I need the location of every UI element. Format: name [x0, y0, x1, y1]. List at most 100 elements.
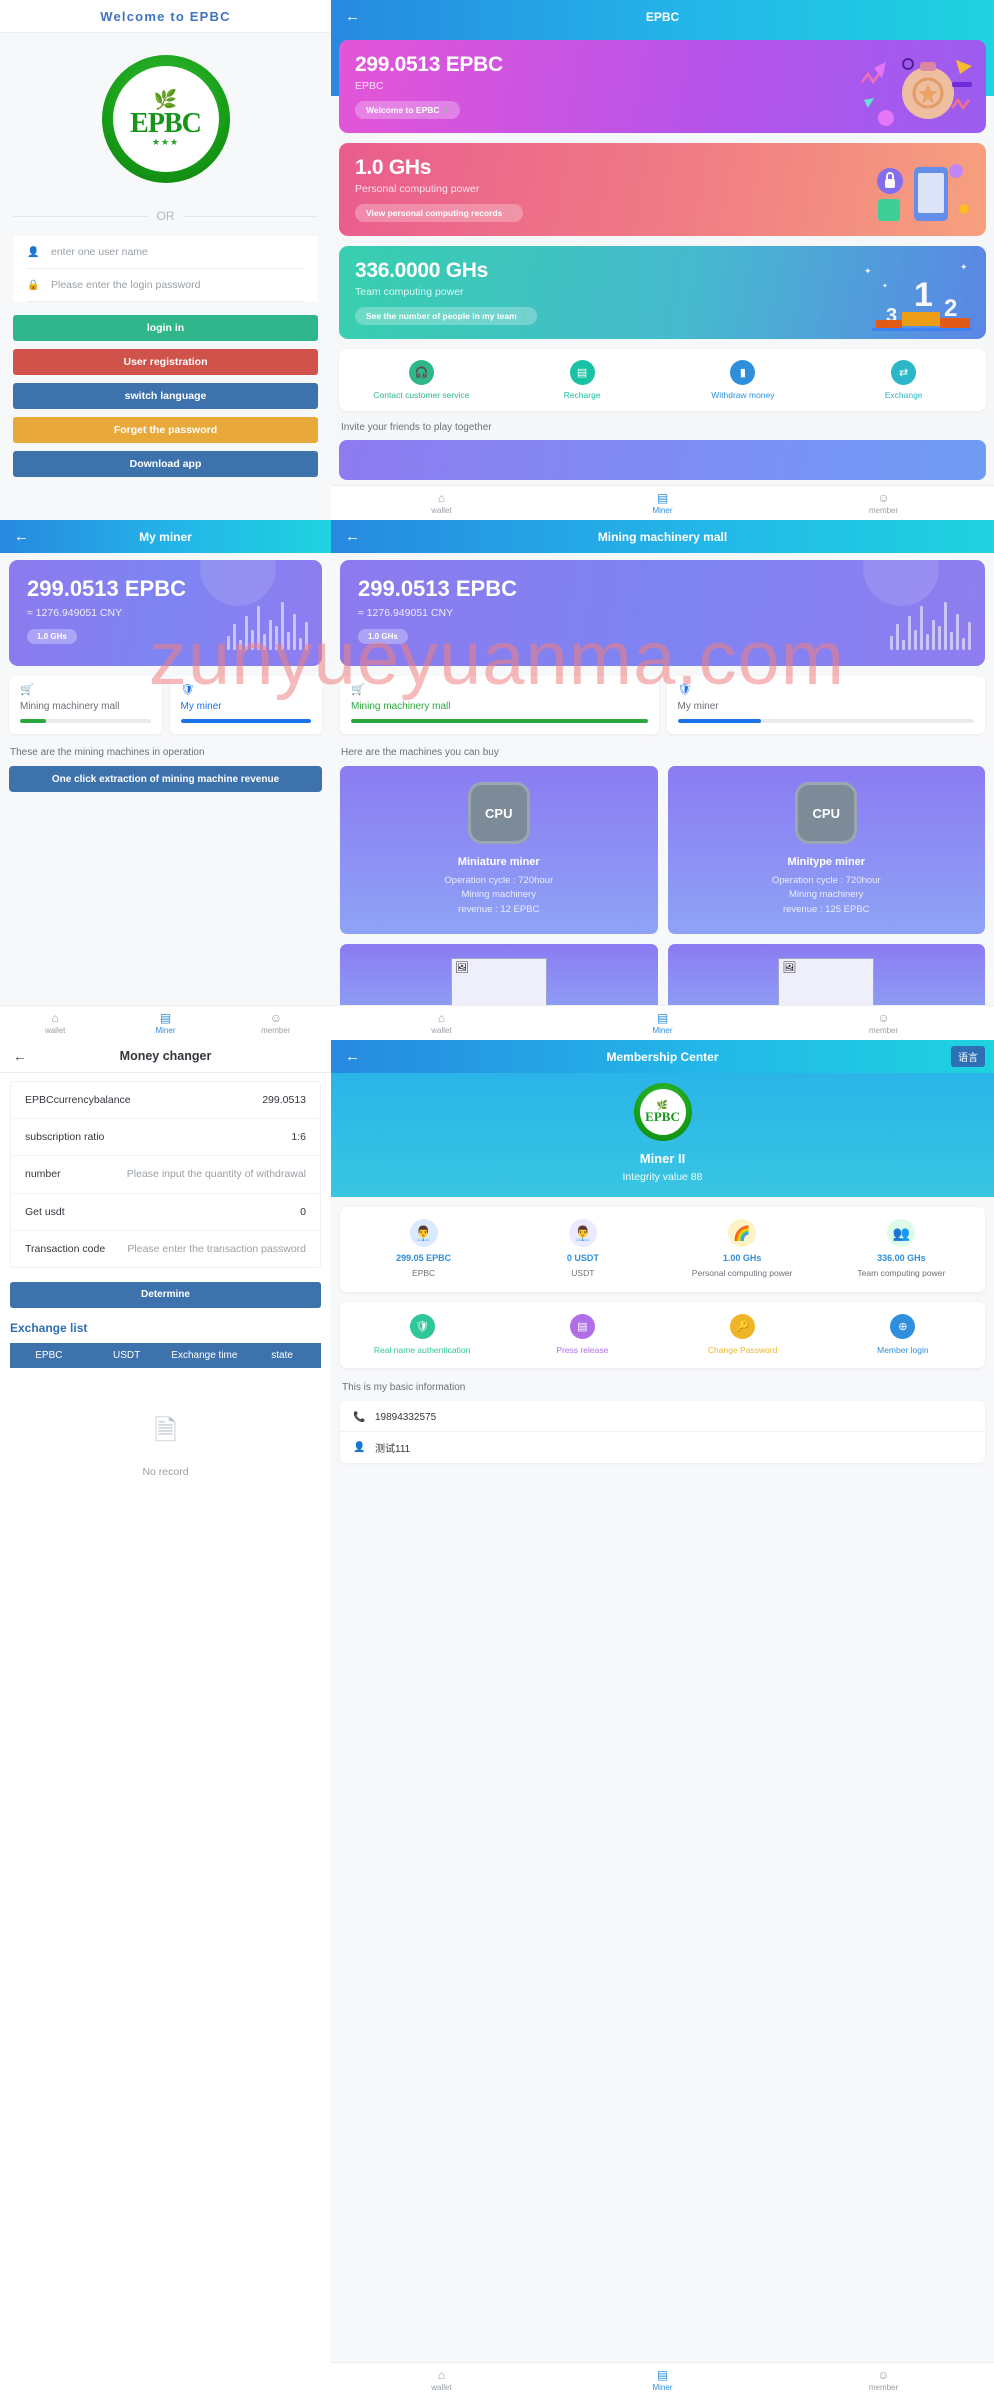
language-button[interactable]: 语言	[951, 1046, 985, 1067]
tab-miner[interactable]: ▤ Miner	[552, 492, 773, 515]
page-title: Membership Center	[606, 1049, 719, 1064]
basic-info-card: 📞 19894332575 👤 测试111	[340, 1400, 985, 1463]
row-label: Transaction code	[25, 1242, 106, 1255]
switch-language-button[interactable]: switch language	[13, 383, 318, 409]
tab-miner[interactable]: ▤ Miner	[552, 1012, 773, 1035]
action-label: Real name authentication	[373, 1344, 471, 1355]
form-row-balance: EPBCcurrencybalance 299.0513	[11, 1082, 320, 1120]
product-card[interactable]: CPU Miniature miner Operation cycle : 72…	[340, 766, 658, 934]
row-label: EPBCcurrencybalance	[25, 1094, 131, 1106]
download-app-button[interactable]: Download app	[13, 451, 318, 477]
product-card[interactable]: CPU Minitype miner Operation cycle : 720…	[667, 766, 985, 934]
quick-action-withdraw[interactable]: ▮ Withdraw money	[663, 360, 824, 401]
tab-wallet[interactable]: ⌂ wallet	[0, 1012, 110, 1035]
bar-chart-decoration	[227, 598, 308, 650]
determine-button[interactable]: Determine	[10, 1281, 321, 1308]
bottom-tabbar: ⌂ wallet ▤ Miner ☺ member	[0, 1005, 331, 1040]
action-press-release[interactable]: ▤ Press release	[502, 1313, 662, 1356]
bottom-tabbar: ⌂ wallet ▤ Miner ☺ member	[331, 1005, 994, 1040]
number-input[interactable]: Please input the quantity of withdrawal	[127, 1168, 306, 1180]
tab-member[interactable]: ☺ member	[773, 1012, 994, 1035]
arrow-left-icon[interactable]: ←	[14, 528, 29, 545]
column-header-state: state	[271, 1349, 293, 1361]
epbc-logo: 🌿 EPBC	[633, 1083, 692, 1141]
arrow-up-icon: ↑	[521, 311, 527, 321]
form-row-transaction-code[interactable]: Transaction code Please enter the transa…	[11, 1231, 320, 1267]
column-header-time: Exchange time	[171, 1349, 238, 1361]
tab-wallet[interactable]: ⌂ wallet	[331, 492, 552, 515]
miner-icon: ▤	[656, 1010, 669, 1025]
action-member-login[interactable]: ⊕ Member login	[823, 1313, 983, 1356]
divider-line-left	[13, 215, 149, 217]
column-header-epbc: EPBC	[35, 1349, 63, 1361]
tab-member[interactable]: ☺ member	[773, 2369, 994, 2392]
phone-icon: 📞	[353, 1411, 366, 1423]
tab-wallet[interactable]: ⌂ wallet	[331, 1012, 552, 1035]
balance-card: 299.0513 EPBC ≈ 1276.949051 CNY 1.0 GHs	[340, 560, 985, 666]
exchange-table-header: EPBC USDT Exchange time state	[10, 1342, 321, 1368]
column-header-usdt: USDT	[113, 1349, 141, 1361]
tab-label: member	[868, 2382, 899, 2392]
quick-actions: 🎧 Contact customer service ▤ Recharge ▮ …	[339, 349, 986, 411]
tab-my-miner[interactable]: 🛡 My miner	[169, 676, 322, 734]
action-change-password[interactable]: 🔑 Change Password	[663, 1313, 823, 1356]
transaction-code-input[interactable]: Please enter the transaction password	[127, 1243, 306, 1255]
ghs-badge: 1.0 GHs	[27, 629, 77, 644]
arrow-left-icon[interactable]: ←	[13, 1048, 27, 1064]
broken-image-icon	[450, 958, 547, 1006]
user-circle-icon: ☺	[877, 490, 890, 505]
cpu-icon: CPU	[467, 782, 530, 844]
headset-icon: 🎧	[408, 360, 434, 385]
login-fields: 👤 enter one user name 🔒 Please enter the…	[13, 236, 318, 302]
arrow-left-icon[interactable]: ←	[345, 528, 360, 545]
quick-action-recharge[interactable]: ▤ Recharge	[502, 360, 663, 401]
product-revenue-label: Mining machinery	[461, 889, 536, 901]
cart-icon: 🛒	[20, 684, 34, 696]
register-button[interactable]: User registration	[13, 349, 318, 375]
action-real-name-auth[interactable]: 🛡 Real name authentication	[342, 1313, 502, 1356]
stat-usdt: 👨‍💼 0 USDT USDT	[503, 1219, 662, 1279]
form-row-ratio: subscription ratio 1:6	[11, 1119, 320, 1157]
form-row-number[interactable]: number Please input the quantity of with…	[11, 1156, 320, 1194]
tab-miner[interactable]: ▤ Miner	[110, 1012, 220, 1035]
tab-member[interactable]: ☺ member	[773, 492, 994, 515]
password-field[interactable]: 🔒 Please enter the login password	[27, 269, 304, 302]
basic-info-title: This is my basic information	[342, 1381, 466, 1393]
tab-my-miner[interactable]: 🛡 My miner	[666, 676, 985, 734]
tab-member[interactable]: ☺ member	[221, 1012, 331, 1035]
arrow-left-icon[interactable]: ←	[345, 1048, 360, 1065]
extract-revenue-button[interactable]: One click extraction of mining machine r…	[9, 766, 322, 792]
quick-action-contact[interactable]: 🎧 Contact customer service	[341, 360, 502, 401]
document-icon: 🗎	[154, 1414, 177, 1446]
tab-wallet[interactable]: ⌂ wallet	[331, 2369, 552, 2392]
welcome-pill[interactable]: Welcome to EPBC ↑	[355, 101, 461, 119]
login-buttons: login in User registration switch langua…	[13, 315, 318, 477]
quick-action-exchange[interactable]: ⇄ Exchange	[823, 360, 984, 401]
username-field[interactable]: 👤 enter one user name	[27, 236, 304, 269]
tab-label: Miner	[155, 1025, 176, 1035]
forgot-password-button[interactable]: Forget the password	[13, 417, 318, 443]
tab-progress	[351, 719, 648, 723]
tab-label: wallet	[431, 505, 452, 515]
tab-label: member	[261, 1025, 291, 1035]
action-label: Change Password	[707, 1344, 778, 1355]
arrow-left-icon[interactable]: ←	[345, 8, 360, 25]
tab-mining-mall[interactable]: 🛒 Mining machinery mall	[9, 676, 162, 734]
row-label: subscription ratio	[25, 1131, 105, 1144]
arrow-up-icon: ↑	[507, 208, 512, 218]
mall-note: Here are the machines you can buy	[341, 747, 499, 758]
tab-mining-mall[interactable]: 🛒 Mining machinery mall	[340, 676, 659, 734]
tab-label: Miner	[652, 505, 673, 515]
epbc-logo: 🌿 EPBC ★★★	[101, 55, 230, 183]
tab-miner[interactable]: ▤ Miner	[552, 2369, 773, 2392]
key-icon: 🔑	[730, 1313, 756, 1339]
personal-records-pill[interactable]: View personal computing records ↑	[355, 204, 523, 222]
svg-text:1: 1	[914, 276, 933, 314]
team-count-pill[interactable]: See the number of people in my team ↑	[355, 307, 538, 325]
invite-banner[interactable]	[339, 439, 986, 480]
user-circle-icon: ☺	[877, 2367, 890, 2382]
info-value: 测试111	[375, 1443, 411, 1455]
team-icon: 👥	[887, 1219, 916, 1247]
login-button[interactable]: login in	[13, 315, 318, 341]
page-title: Money changer	[119, 1049, 212, 1063]
